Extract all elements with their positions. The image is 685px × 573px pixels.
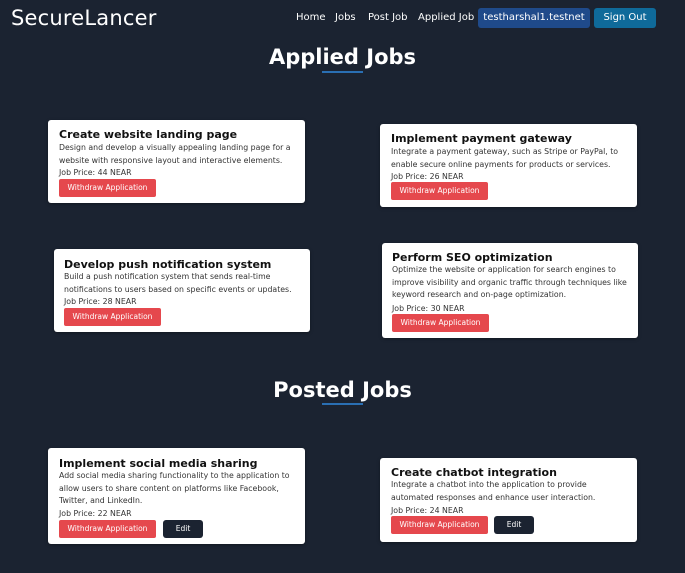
job-price: Job Price: 44 NEAR — [59, 168, 132, 177]
job-description: Build a push notification system that se… — [64, 272, 292, 294]
posted-jobs-underline — [322, 403, 363, 405]
job-title: Create website landing page — [59, 128, 238, 141]
job-description: Integrate a payment gateway, such as Str… — [391, 147, 619, 169]
job-price: Job Price: 22 NEAR — [59, 509, 132, 518]
edit-job-button[interactable]: Edit — [163, 520, 203, 538]
account-button[interactable]: testharshal1.testnet — [478, 8, 590, 28]
applied-jobs-heading: Applied Jobs — [268, 45, 417, 69]
applied-job-card: Create website landing page Design and d… — [48, 120, 305, 203]
withdraw-application-button[interactable]: Withdraw Application — [391, 182, 488, 200]
job-title: Create chatbot integration — [391, 466, 557, 479]
withdraw-application-button[interactable]: Withdraw Application — [59, 520, 156, 538]
posted-jobs-heading: Posted Jobs — [273, 378, 412, 402]
job-description: Integrate a chatbot into the application… — [391, 480, 596, 502]
applied-job-card: Implement payment gateway Integrate a pa… — [380, 124, 637, 207]
job-title: Perform SEO optimization — [392, 251, 553, 264]
posted-job-card: Implement social media sharing Add socia… — [48, 448, 305, 544]
page: SecureLancer Home Jobs Post Job Applied … — [0, 0, 685, 573]
nav-jobs-link[interactable]: Jobs — [335, 12, 356, 23]
nav-applied-job-link[interactable]: Applied Job — [418, 12, 474, 23]
job-description: Optimize the website or application for … — [392, 265, 627, 299]
applied-job-card: Perform SEO optimization Optimize the we… — [382, 243, 638, 338]
job-description: Design and develop a visually appealing … — [59, 143, 291, 165]
job-price: Job Price: 26 NEAR — [391, 172, 464, 181]
nav-home-link[interactable]: Home — [296, 12, 326, 23]
job-title: Implement social media sharing — [59, 457, 258, 470]
job-description: Add social media sharing functionality t… — [59, 471, 290, 505]
applied-job-card: Develop push notification system Build a… — [54, 249, 310, 332]
brand-logo[interactable]: SecureLancer — [11, 6, 157, 30]
job-price: Job Price: 24 NEAR — [391, 506, 464, 515]
withdraw-application-button[interactable]: Withdraw Application — [391, 516, 488, 534]
posted-job-card: Create chatbot integration Integrate a c… — [380, 458, 637, 542]
job-price: Job Price: 28 NEAR — [64, 297, 137, 306]
applied-jobs-underline — [322, 71, 363, 73]
withdraw-application-button[interactable]: Withdraw Application — [59, 179, 156, 197]
job-title: Develop push notification system — [64, 258, 272, 271]
edit-job-button[interactable]: Edit — [494, 516, 534, 534]
job-title: Implement payment gateway — [391, 132, 572, 145]
nav-post-job-link[interactable]: Post Job — [368, 12, 408, 23]
job-price: Job Price: 30 NEAR — [392, 304, 465, 313]
withdraw-application-button[interactable]: Withdraw Application — [64, 308, 161, 326]
sign-out-button[interactable]: Sign Out — [594, 8, 656, 28]
withdraw-application-button[interactable]: Withdraw Application — [392, 314, 489, 332]
